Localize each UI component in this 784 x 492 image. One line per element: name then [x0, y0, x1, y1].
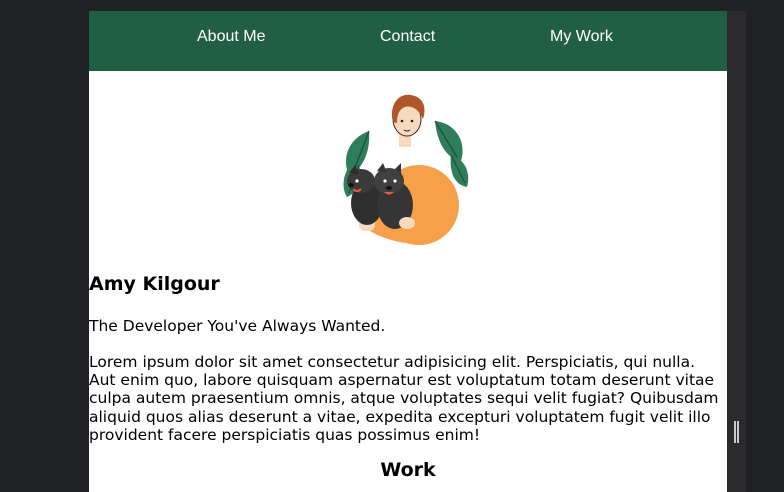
profile-name: Amy Kilgour: [89, 273, 220, 295]
scrollbar-track[interactable]: [727, 11, 746, 492]
scroll-grip-icon[interactable]: [734, 421, 739, 443]
profile-bio: Lorem ipsum dolor sit amet consectetur a…: [89, 353, 719, 444]
nav-contact-link[interactable]: Contact: [380, 28, 435, 46]
hero-illustration: [343, 94, 469, 245]
work-heading: Work: [380, 459, 436, 481]
page-container: About Me Contact My Work Amy Kilgour The…: [89, 11, 727, 492]
navbar: About Me Contact My Work: [89, 11, 727, 71]
profile-tagline: The Developer You've Always Wanted.: [89, 317, 386, 335]
nav-about-me-link[interactable]: About Me: [197, 28, 265, 46]
nav-my-work-link[interactable]: My Work: [550, 28, 613, 46]
